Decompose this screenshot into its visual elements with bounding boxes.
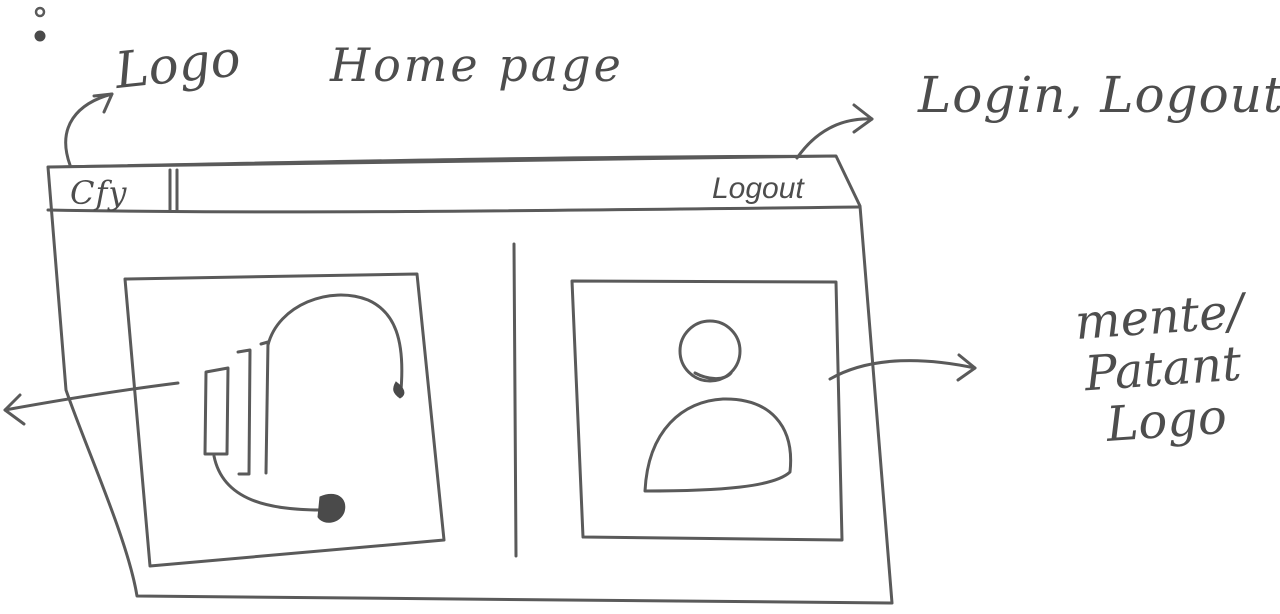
site-logo: Cfy [70,174,128,212]
mentee-patient-panel[interactable] [572,278,842,540]
small-mark-icon [34,6,46,42]
logo-pointer-arrow [64,92,114,167]
mentor-panel[interactable] [124,266,444,566]
logout-button[interactable]: Logout [712,172,804,206]
center-divider [512,242,518,558]
auth-pointer-arrow [795,117,874,160]
logo-separator-bar [168,168,179,213]
right-panel-arrow [828,359,977,381]
